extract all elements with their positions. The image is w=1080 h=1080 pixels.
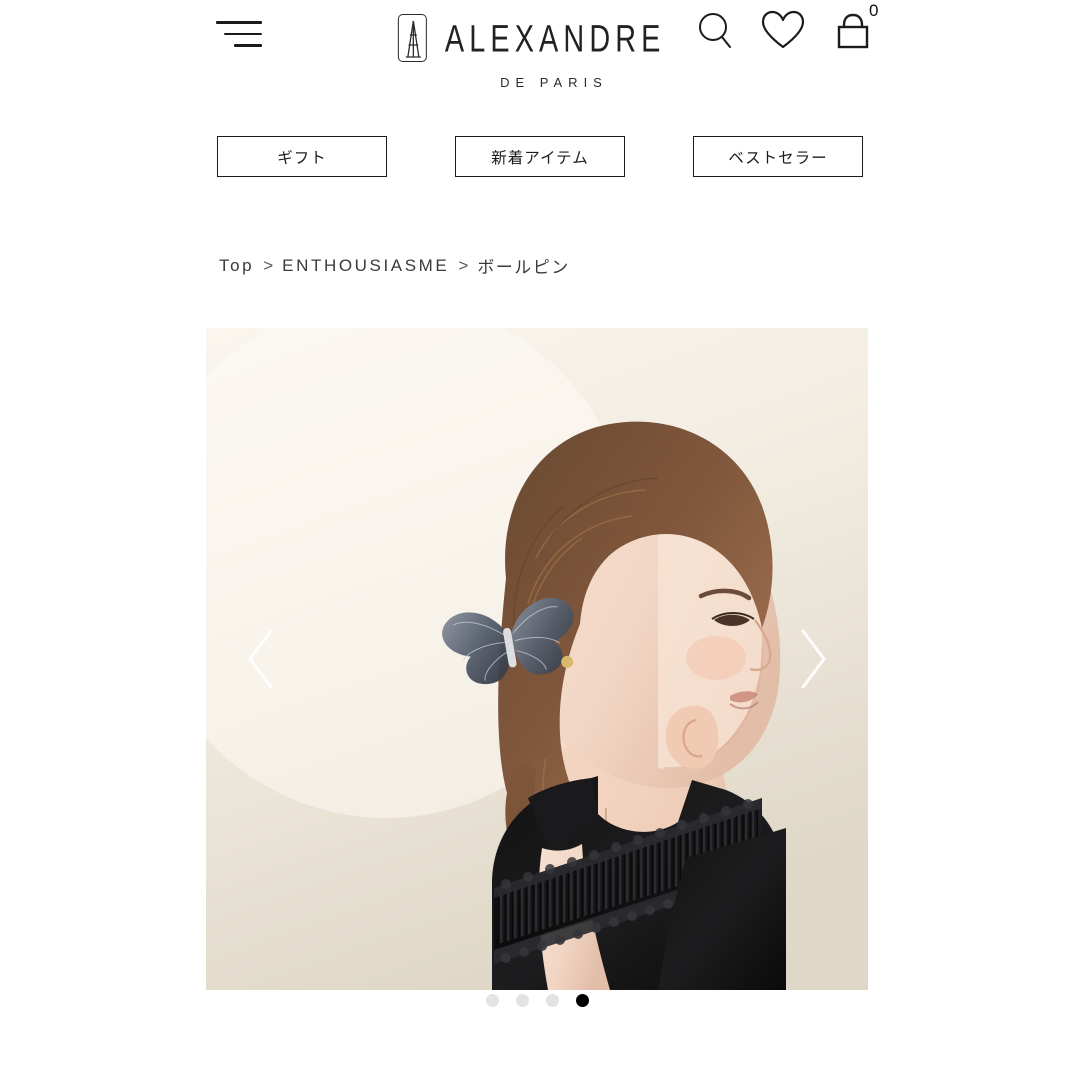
site-header: ALEXANDRE DE PARIS 0 bbox=[0, 0, 1080, 108]
logo-row: ALEXANDRE bbox=[397, 14, 682, 62]
breadcrumb-item-enthousiasme[interactable]: ENTHOUSIASME bbox=[282, 256, 449, 276]
breadcrumb-separator: > bbox=[263, 255, 274, 275]
cart-wrapper: 0 bbox=[831, 2, 878, 53]
heart-icon[interactable] bbox=[760, 9, 806, 51]
cart-count-badge: 0 bbox=[869, 1, 879, 20]
site-logo[interactable]: ALEXANDRE DE PARIS bbox=[397, 14, 682, 90]
gallery-dot-4[interactable] bbox=[575, 994, 589, 1007]
gallery-dots bbox=[206, 994, 868, 1007]
header-icon-group: 0 bbox=[695, 2, 878, 53]
category-button-gift[interactable]: ギフト bbox=[217, 136, 387, 177]
logo-wordmark: ALEXANDRE bbox=[444, 16, 666, 60]
gallery-dot-2[interactable] bbox=[515, 994, 529, 1007]
gallery-dot-3[interactable] bbox=[545, 994, 559, 1007]
breadcrumb-item-top[interactable]: Top bbox=[219, 256, 254, 276]
logo-subtitle: DE PARIS bbox=[500, 75, 608, 90]
product-image[interactable] bbox=[206, 328, 868, 990]
category-nav: ギフト 新着アイテム ベストセラー bbox=[217, 136, 863, 177]
product-gallery bbox=[206, 328, 868, 1007]
category-button-bestseller[interactable]: ベストセラー bbox=[693, 136, 863, 177]
search-icon[interactable] bbox=[695, 9, 735, 51]
breadcrumb-item-current: ボールピン bbox=[477, 258, 570, 277]
category-button-new-items[interactable]: 新着アイテム bbox=[455, 136, 625, 177]
hamburger-menu-icon[interactable] bbox=[216, 16, 262, 50]
breadcrumb: Top > ENTHOUSIASME > ボールピン bbox=[219, 253, 570, 278]
gallery-next-arrow-icon[interactable] bbox=[790, 623, 836, 695]
breadcrumb-separator: > bbox=[458, 255, 469, 275]
eiffel-tower-logo-icon bbox=[397, 14, 427, 62]
gallery-prev-arrow-icon[interactable] bbox=[238, 623, 284, 695]
page-root: ALEXANDRE DE PARIS 0 ギフト 新着アイテム ベストセラー T… bbox=[0, 0, 1080, 1080]
gallery-dot-1[interactable] bbox=[485, 994, 499, 1007]
